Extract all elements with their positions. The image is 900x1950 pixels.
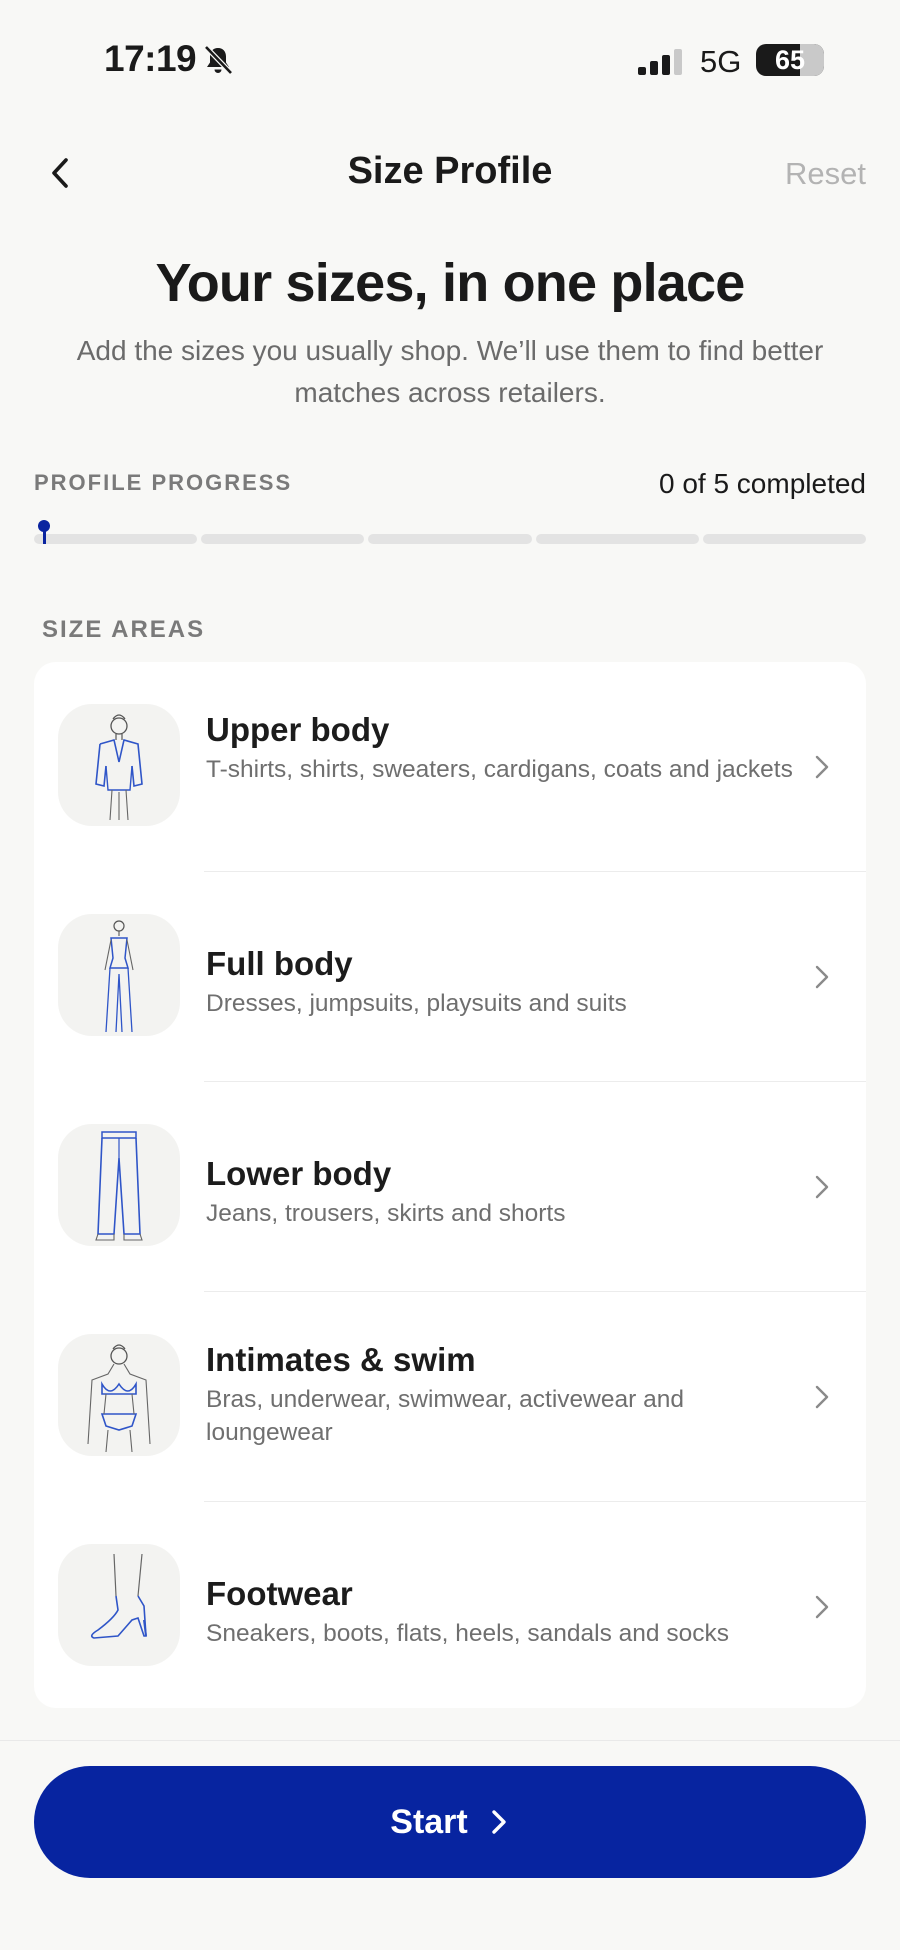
size-area-lower-body[interactable]: Lower body Jeans, trousers, skirts and s… [34,1082,866,1292]
cellular-signal-icon [638,49,682,75]
reset-button[interactable]: Reset [785,156,866,192]
progress-bar [34,534,867,544]
status-bar: 17:19 5G 65 [0,0,900,120]
row-description: Sneakers, boots, flats, heels, sandals a… [206,1620,729,1647]
upper-body-illustration-icon [58,704,180,826]
row-description: Bras, underwear, swimwear, activewear an… [206,1386,684,1446]
row-description: T-shirts, shirts, sweaters, cardigans, c… [206,756,793,783]
start-button-label: Start [390,1802,468,1841]
progress-count: 0 of 5 completed [658,468,866,499]
size-area-intimates-swim[interactable]: Intimates & swim Bras, underwear, swimwe… [34,1292,866,1502]
battery-tip [818,54,823,66]
section-label: SIZE AREAS [42,616,206,643]
size-areas-card: Upper body T-shirts, shirts, sweaters, c… [34,662,866,1708]
chevron-right-icon [815,755,829,779]
progress-segment [368,534,532,544]
bottom-divider [0,1740,900,1741]
footwear-illustration-icon [58,1544,180,1666]
hero-subtitle: Add the sizes you usually shop. We’ll us… [76,335,824,408]
progress-segment [535,534,699,544]
status-time: 17:19 [104,38,197,79]
row-description: Jeans, trousers, skirts and shorts [206,1200,566,1227]
row-title: Upper body [206,711,390,748]
row-title: Lower body [206,1155,392,1192]
row-title: Full body [206,945,353,982]
progress-segment [201,534,365,544]
progress-segment [34,534,198,544]
row-text: Footwear Sneakers, boots, flats, heels, … [206,1574,806,1650]
page-title: Size Profile [347,150,553,192]
row-text: Upper body T-shirts, shirts, sweaters, c… [206,710,806,786]
size-area-upper-body[interactable]: Upper body T-shirts, shirts, sweaters, c… [34,662,866,872]
progress-segment [702,534,867,544]
lower-body-illustration-icon [58,1124,180,1246]
chevron-right-icon [492,1810,506,1834]
row-title: Footwear [206,1575,353,1612]
size-area-footwear[interactable]: Footwear Sneakers, boots, flats, heels, … [34,1502,866,1712]
hero-title: Your sizes, in one place [155,253,746,313]
chevron-right-icon [815,965,829,989]
network-type: 5G [700,44,742,79]
battery-icon: 65 [756,44,824,76]
bell-slash-icon [204,45,233,75]
progress-indicator-stem [43,530,46,544]
chevron-right-icon [815,1175,829,1199]
row-text: Lower body Jeans, trousers, skirts and s… [206,1154,806,1230]
progress-label: PROFILE PROGRESS [34,470,293,495]
start-button[interactable]: Start [34,1766,866,1878]
row-title: Intimates & swim [206,1341,476,1378]
row-text: Full body Dresses, jumpsuits, playsuits … [206,944,806,1020]
battery-level: 65 [774,45,806,75]
row-description: Dresses, jumpsuits, playsuits and suits [206,990,627,1017]
size-area-full-body[interactable]: Full body Dresses, jumpsuits, playsuits … [34,872,866,1082]
full-body-illustration-icon [58,914,180,1036]
intimates-illustration-icon [58,1334,180,1456]
row-text: Intimates & swim Bras, underwear, swimwe… [206,1340,806,1449]
chevron-right-icon [815,1385,829,1409]
chevron-right-icon [815,1595,829,1619]
